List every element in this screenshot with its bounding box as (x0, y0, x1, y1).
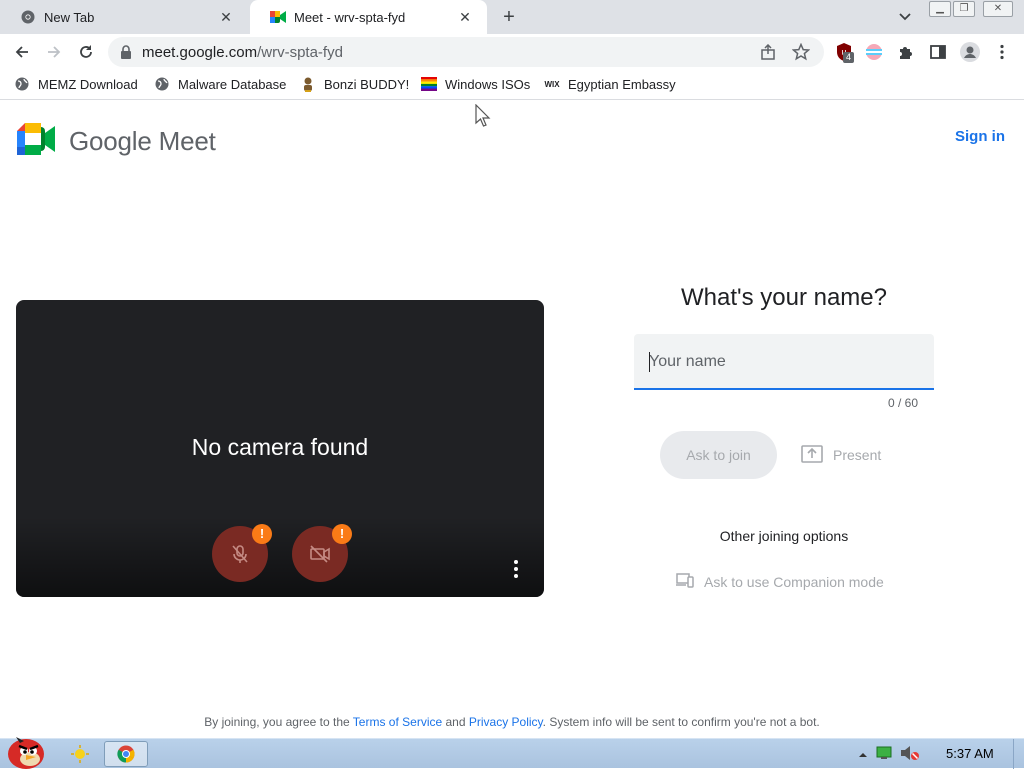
mic-off-button[interactable]: ! (212, 524, 272, 582)
ublock-extension-icon[interactable]: u 4 (834, 42, 854, 63)
bookmark-egyptian-embassy[interactable]: WIX Egyptian Embassy (544, 76, 676, 92)
name-field[interactable] (634, 334, 934, 390)
arrow-right-icon (48, 46, 61, 58)
globe-icon (154, 76, 170, 92)
chrome-taskbar-button[interactable] (104, 741, 148, 767)
network-icon[interactable] (876, 746, 892, 765)
star-icon[interactable] (791, 42, 811, 66)
bookmark-bonzi-buddy[interactable]: Bonzi BUDDY! (300, 76, 409, 92)
new-tab-button[interactable]: + (498, 6, 520, 28)
lock-icon (120, 45, 132, 64)
chrome-icon (117, 745, 135, 763)
restore-button[interactable]: ❐ (953, 1, 975, 17)
mic-off-icon (232, 545, 248, 563)
camera-off-button[interactable]: ! (292, 524, 352, 582)
meet-icon (270, 9, 286, 25)
bookmark-windows-isos[interactable]: Windows ISOs (421, 76, 530, 92)
taskbar: 5:37 AM (0, 737, 1024, 769)
tab-title: New Tab (44, 9, 95, 25)
extension-badge: 4 (843, 52, 854, 63)
present-icon (801, 444, 823, 466)
bookmark-memz[interactable]: MEMZ Download (14, 76, 138, 92)
tab-meet[interactable]: Meet - wrv-spta-fyd ✕ (250, 0, 487, 34)
browser-toolbar: meet.google.com/wrv-spta-fyd u 4 (0, 34, 1024, 70)
back-button[interactable] (10, 40, 34, 64)
companion-label: Ask to use Companion mode (704, 573, 884, 590)
tab-close-icon[interactable]: ✕ (218, 9, 234, 25)
terms-footer: By joining, you agree to the Terms of Se… (204, 715, 820, 729)
privacy-policy-link[interactable]: Privacy Policy (469, 715, 543, 729)
character-counter: 0 / 60 (887, 396, 918, 410)
share-icon[interactable] (760, 43, 778, 65)
volume-muted-icon[interactable] (900, 745, 920, 766)
bookmark-label: Windows ISOs (445, 76, 531, 92)
mouse-cursor-icon (475, 103, 491, 133)
close-window-button[interactable]: ✕ (983, 1, 1013, 17)
forward-button[interactable] (42, 40, 66, 64)
reload-button[interactable] (74, 40, 98, 64)
show-desktop-button[interactable] (1013, 739, 1024, 769)
present-button[interactable]: Present (801, 440, 881, 470)
folder-sun-icon (71, 745, 89, 763)
name-prompt-heading: What's your name? (680, 284, 887, 311)
sign-in-link[interactable]: Sign in (955, 128, 1005, 145)
tab-new-tab[interactable]: New Tab ✕ (0, 0, 248, 34)
minimize-button[interactable]: ▁ (929, 1, 951, 17)
video-preview: No camera found ! ! (16, 300, 544, 597)
wix-icon: WIX (544, 79, 560, 89)
start-button[interactable] (2, 731, 50, 769)
meet-logo-icon (17, 123, 55, 160)
camera-warning-badge: ! (332, 524, 352, 544)
bookmark-label: Egyptian Embassy (568, 76, 676, 92)
tab-title: Meet - wrv-spta-fyd (294, 9, 406, 25)
text-caret (649, 352, 650, 372)
no-camera-message: No camera found (191, 434, 369, 460)
terms-of-service-link[interactable]: Terms of Service (353, 715, 442, 729)
system-tray (858, 745, 920, 766)
name-input[interactable] (649, 350, 919, 374)
tab-strip: New Tab ✕ Meet - wrv-spta-fyd ✕ + ▁ ❐ ✕ (0, 0, 1024, 34)
bookmark-label: MEMZ Download (38, 76, 138, 92)
companion-devices-icon (676, 572, 694, 591)
brand-name: Google Meet (69, 126, 216, 156)
chrome-icon (20, 9, 36, 25)
reload-icon (80, 45, 92, 58)
taskbar-clock[interactable]: 5:37 AM (946, 746, 994, 761)
present-label: Present (833, 447, 882, 463)
preview-gradient (16, 517, 544, 597)
angry-bird-icon (8, 737, 44, 769)
companion-mode-button[interactable]: Ask to use Companion mode (676, 572, 884, 591)
tab-close-icon[interactable]: ✕ (457, 9, 473, 25)
bookmark-label: Bonzi BUDDY! (324, 76, 410, 92)
camera-off-icon (310, 545, 330, 563)
mic-warning-badge: ! (252, 524, 272, 544)
rainbow-flag-icon (421, 76, 437, 92)
bonzi-icon (300, 76, 316, 92)
arrow-left-icon (15, 46, 28, 58)
puzzle-icon[interactable] (896, 42, 916, 62)
ask-to-join-button[interactable]: Ask to join (660, 431, 777, 479)
bookmarks-bar: MEMZ Download Malware Database Bonzi BUD… (0, 70, 1024, 100)
more-options-icon[interactable] (506, 557, 526, 581)
address-bar[interactable]: meet.google.com/wrv-spta-fyd (108, 37, 824, 67)
profile-avatar-icon[interactable] (960, 42, 980, 62)
kebab-menu-icon[interactable] (992, 42, 1012, 62)
bookmark-malware-database[interactable]: Malware Database (154, 76, 286, 92)
side-panel-icon[interactable] (928, 42, 948, 62)
flag-extension-icon[interactable] (864, 42, 884, 62)
meet-page: Google Meet Sign in No camera found ! ! … (0, 101, 1024, 737)
google-meet-logo[interactable]: Google Meet (17, 123, 216, 160)
url-text: meet.google.com/wrv-spta-fyd (142, 44, 343, 61)
bookmark-label: Malware Database (178, 76, 287, 92)
other-joining-options-heading: Other joining options (719, 528, 849, 544)
explorer-taskbar-button[interactable] (58, 741, 102, 767)
chevron-down-icon[interactable] (896, 8, 914, 26)
tray-expand-icon[interactable] (858, 747, 868, 765)
globe-icon (14, 76, 30, 92)
